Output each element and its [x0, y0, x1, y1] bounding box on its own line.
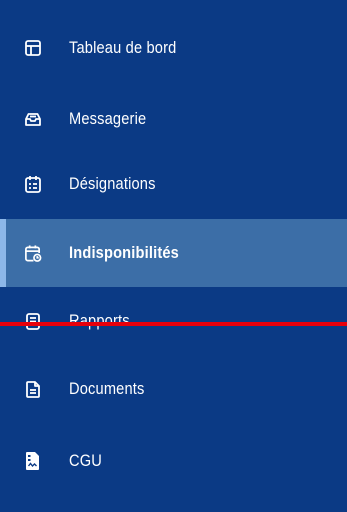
sidebar-item-documents[interactable]: Documents: [0, 355, 347, 423]
document-icon: [24, 379, 42, 399]
dashboard-icon: [24, 38, 42, 58]
sidebar-item-label: Tableau de bord: [69, 38, 177, 57]
calendar-list-icon: [24, 174, 42, 194]
sidebar-nav: Tableau de bord Messagerie Désignations: [0, 0, 347, 512]
signed-document-icon: [24, 451, 42, 471]
sidebar-item-cgu[interactable]: CGU: [0, 427, 347, 495]
sidebar-item-label: Désignations: [69, 174, 156, 193]
sidebar-item-label: Messagerie: [69, 109, 147, 128]
sidebar-item-tableau-de-bord[interactable]: Tableau de bord: [0, 14, 347, 82]
sidebar-item-label: CGU: [69, 451, 103, 470]
sidebar-item-label: Indisponibilités: [69, 243, 179, 262]
sidebar-item-rapports[interactable]: Rapports: [0, 287, 347, 355]
sidebar-item-label: Documents: [69, 379, 145, 398]
report-icon: [24, 311, 42, 331]
overlay-red-line: [0, 322, 347, 326]
inbox-icon: [24, 109, 42, 129]
sidebar-item-designations[interactable]: Désignations: [0, 150, 347, 218]
calendar-clock-icon: [24, 243, 42, 263]
sidebar-item-label: Rapports: [69, 311, 130, 330]
sidebar-item-indisponibilites[interactable]: Indisponibilités: [0, 219, 347, 287]
sidebar-item-messagerie[interactable]: Messagerie: [0, 85, 347, 153]
